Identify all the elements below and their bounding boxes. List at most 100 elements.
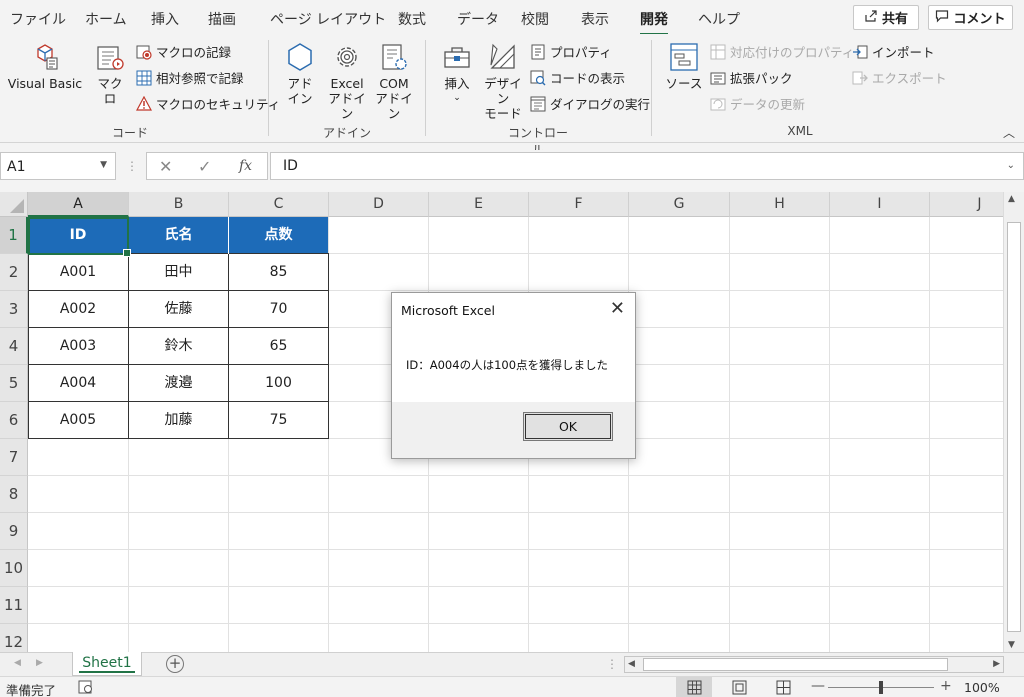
properties-button[interactable]: プロパティ: [530, 42, 612, 61]
expansion-pack-button[interactable]: 拡張パック: [710, 68, 793, 87]
column-header-a[interactable]: A: [28, 192, 129, 217]
cell-a2[interactable]: A001: [28, 254, 128, 291]
cell-c1[interactable]: 点数: [229, 217, 328, 254]
import-button[interactable]: インポート: [852, 42, 935, 61]
zoom-level[interactable]: 100%: [964, 680, 1000, 695]
prev-sheet-icon[interactable]: ◀: [14, 658, 21, 668]
cell-b3[interactable]: 佐藤: [129, 291, 228, 328]
cell-c6[interactable]: 75: [229, 402, 328, 439]
page-layout-view-button[interactable]: [721, 677, 757, 697]
row-header-7[interactable]: 7: [0, 439, 28, 476]
sheet-tab-sheet1[interactable]: Sheet1: [72, 652, 142, 676]
row-header-8[interactable]: 8: [0, 476, 28, 513]
row-header-9[interactable]: 9: [0, 513, 28, 550]
tab-page-layout[interactable]: ページ レイアウト: [270, 9, 386, 29]
tab-developer[interactable]: 開発: [640, 9, 668, 36]
cell-a4[interactable]: A003: [28, 328, 128, 365]
row-header-4[interactable]: 4: [0, 328, 28, 365]
macro-security-button[interactable]: マクロのセキュリティ: [135, 94, 280, 113]
confirm-icon[interactable]: ✓: [198, 157, 211, 176]
refresh-data-button[interactable]: データの更新: [710, 94, 805, 113]
next-sheet-icon[interactable]: ▶: [36, 658, 43, 668]
tab-help[interactable]: ヘルプ: [698, 9, 740, 29]
record-macro-button[interactable]: マクロの記録: [136, 42, 231, 61]
column-header-i[interactable]: I: [830, 192, 930, 217]
zoom-out-icon[interactable]: —: [811, 678, 825, 694]
column-header-j[interactable]: J: [930, 192, 1003, 217]
column-header-g[interactable]: G: [629, 192, 730, 217]
cell-c3[interactable]: 70: [229, 291, 328, 328]
macro-record-status-icon[interactable]: [78, 679, 94, 697]
row-header-6[interactable]: 6: [0, 402, 28, 439]
vertical-scrollbar[interactable]: ▲ ▼: [1003, 192, 1024, 652]
tab-draw[interactable]: 描画: [208, 9, 236, 29]
cell-b2[interactable]: 田中: [129, 254, 228, 291]
tab-review[interactable]: 校閲: [521, 9, 549, 29]
share-button[interactable]: 共有: [853, 5, 919, 30]
cell-b5[interactable]: 渡邉: [129, 365, 228, 402]
cell-a3[interactable]: A002: [28, 291, 128, 328]
add-sheet-icon[interactable]: +: [166, 655, 184, 673]
cell-c5[interactable]: 100: [229, 365, 328, 402]
more-options-icon[interactable]: ⋮: [606, 657, 618, 671]
cell-a1[interactable]: ID: [28, 217, 128, 254]
cell-b4[interactable]: 鈴木: [129, 328, 228, 365]
column-header-b[interactable]: B: [129, 192, 229, 217]
relative-reference-button[interactable]: 相対参照で記録: [136, 68, 244, 87]
row-header-11[interactable]: 11: [0, 587, 28, 624]
select-all-button[interactable]: [0, 192, 28, 217]
zoom-slider-thumb[interactable]: [879, 681, 883, 694]
tab-insert[interactable]: 挿入: [151, 9, 179, 29]
scrollbar-thumb[interactable]: [643, 658, 948, 671]
scroll-down-icon[interactable]: ▼: [1008, 640, 1015, 650]
xml-source-button[interactable]: ソース: [665, 41, 703, 91]
row-header-12[interactable]: 12: [0, 624, 28, 652]
row-header-5[interactable]: 5: [0, 365, 28, 402]
cell-c4[interactable]: 65: [229, 328, 328, 365]
tab-view[interactable]: 表示: [581, 9, 609, 29]
excel-addins-button[interactable]: Excel アドイン: [326, 41, 368, 121]
collapse-ribbon-icon[interactable]: ︿: [1003, 124, 1015, 141]
run-dialog-button[interactable]: ダイアログの実行: [530, 94, 650, 113]
row-header-3[interactable]: 3: [0, 291, 28, 328]
formula-input[interactable]: ID ⌄: [270, 152, 1024, 180]
cell-b1[interactable]: 氏名: [129, 217, 228, 254]
cell-c2[interactable]: 85: [229, 254, 328, 291]
cell-a5[interactable]: A004: [28, 365, 128, 402]
scrollbar-thumb[interactable]: [1007, 222, 1021, 632]
row-header-10[interactable]: 10: [0, 550, 28, 587]
ok-button[interactable]: OK: [523, 412, 613, 441]
row-header-2[interactable]: 2: [0, 254, 28, 291]
design-mode-button[interactable]: デザイン モード: [480, 41, 526, 121]
column-header-d[interactable]: D: [329, 192, 429, 217]
tab-file[interactable]: ファイル: [10, 9, 66, 29]
cell-b6[interactable]: 加藤: [129, 402, 228, 439]
insert-control-button[interactable]: 挿入 ⌄: [438, 41, 476, 106]
tab-home[interactable]: ホーム: [85, 9, 127, 29]
column-header-c[interactable]: C: [229, 192, 329, 217]
more-options-icon[interactable]: ⋮: [126, 159, 138, 173]
zoom-in-icon[interactable]: +: [940, 678, 952, 694]
horizontal-scrollbar[interactable]: ◀ ▶: [624, 656, 1004, 673]
map-properties-button[interactable]: 対応付けのプロパティ: [710, 42, 854, 61]
comment-button[interactable]: コメント: [928, 5, 1013, 30]
scroll-right-icon[interactable]: ▶: [993, 659, 1000, 669]
expand-formula-icon[interactable]: ⌄: [1007, 160, 1015, 171]
scroll-left-icon[interactable]: ◀: [628, 659, 635, 669]
column-header-f[interactable]: F: [529, 192, 629, 217]
visual-basic-button[interactable]: Visual Basic: [6, 41, 84, 91]
tab-data[interactable]: データ: [457, 9, 499, 29]
column-header-e[interactable]: E: [429, 192, 529, 217]
addins-button[interactable]: アド イン: [282, 41, 318, 106]
view-code-button[interactable]: コードの表示: [530, 68, 625, 87]
column-header-h[interactable]: H: [730, 192, 830, 217]
macro-button[interactable]: マクロ: [92, 41, 128, 106]
tab-formulas[interactable]: 数式: [398, 9, 426, 29]
close-icon[interactable]: ✕: [610, 298, 625, 319]
page-break-view-button[interactable]: [765, 677, 801, 697]
name-box[interactable]: A1 ▼: [0, 152, 116, 180]
row-header-1[interactable]: 1: [0, 217, 28, 254]
com-addins-button[interactable]: COM アドイン: [374, 41, 414, 121]
cancel-icon[interactable]: ✕: [159, 157, 172, 176]
chevron-down-icon[interactable]: ▼: [100, 160, 107, 170]
